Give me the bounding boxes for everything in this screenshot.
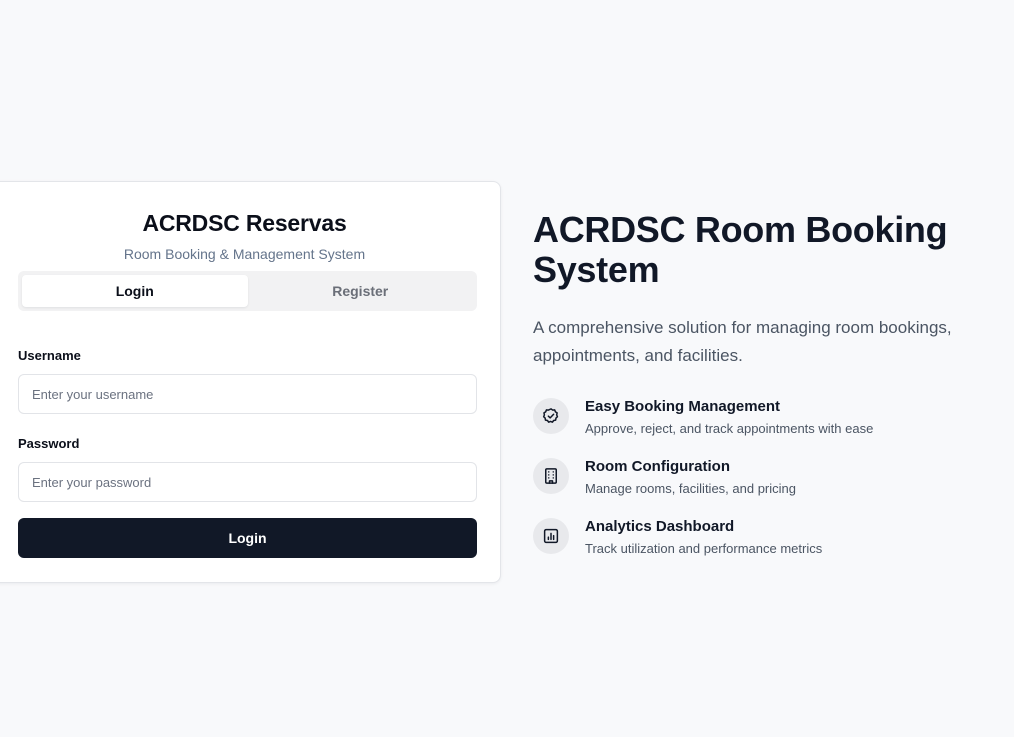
auth-tabs: Login Register [18, 271, 477, 311]
username-label: Username [18, 348, 81, 363]
password-label: Password [18, 436, 80, 451]
hero-section: ACRDSC Room Booking System A comprehensi… [533, 210, 1003, 578]
feature-title: Room Configuration [585, 458, 730, 475]
password-input[interactable] [18, 462, 477, 502]
check-badge-icon [533, 398, 569, 434]
app-subtitle: Room Booking & Management System [123, 246, 366, 262]
login-card: ACRDSC Reservas Room Booking & Managemen… [0, 181, 501, 583]
tab-register[interactable]: Register [248, 275, 474, 307]
feature-item-booking: Easy Booking Management Approve, reject,… [533, 398, 1003, 458]
feature-title: Easy Booking Management [585, 398, 781, 415]
feature-list: Easy Booking Management Approve, reject,… [533, 398, 1003, 578]
hero-description: A comprehensive solution for managing ro… [533, 318, 952, 365]
app-title: ACRDSC Reservas [142, 210, 347, 236]
hero-title: ACRDSC Room Booking System [533, 209, 948, 290]
building-icon [533, 458, 569, 494]
bar-chart-icon [533, 518, 569, 554]
feature-item-analytics: Analytics Dashboard Track utilization an… [533, 518, 1003, 578]
feature-description: Track utilization and performance metric… [585, 541, 823, 556]
tab-login[interactable]: Login [22, 275, 248, 307]
feature-description: Approve, reject, and track appointments … [585, 421, 874, 436]
feature-description: Manage rooms, facilities, and pricing [585, 481, 796, 496]
feature-item-rooms: Room Configuration Manage rooms, facilit… [533, 458, 1003, 518]
login-button[interactable]: Login [18, 518, 477, 558]
username-input[interactable] [18, 374, 477, 414]
feature-title: Analytics Dashboard [585, 518, 735, 535]
